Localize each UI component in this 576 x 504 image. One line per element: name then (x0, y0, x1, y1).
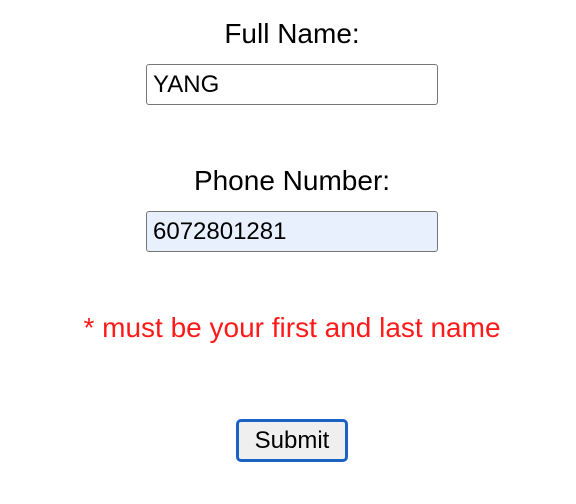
full-name-label: Full Name: (224, 18, 360, 49)
submit-button[interactable]: Submit (236, 419, 348, 462)
phone-number-label: Phone Number: (193, 165, 391, 196)
name-error-message: * must be your first and last name (83, 312, 501, 343)
phone-number-input[interactable] (146, 211, 438, 252)
full-name-input[interactable] (146, 64, 438, 105)
